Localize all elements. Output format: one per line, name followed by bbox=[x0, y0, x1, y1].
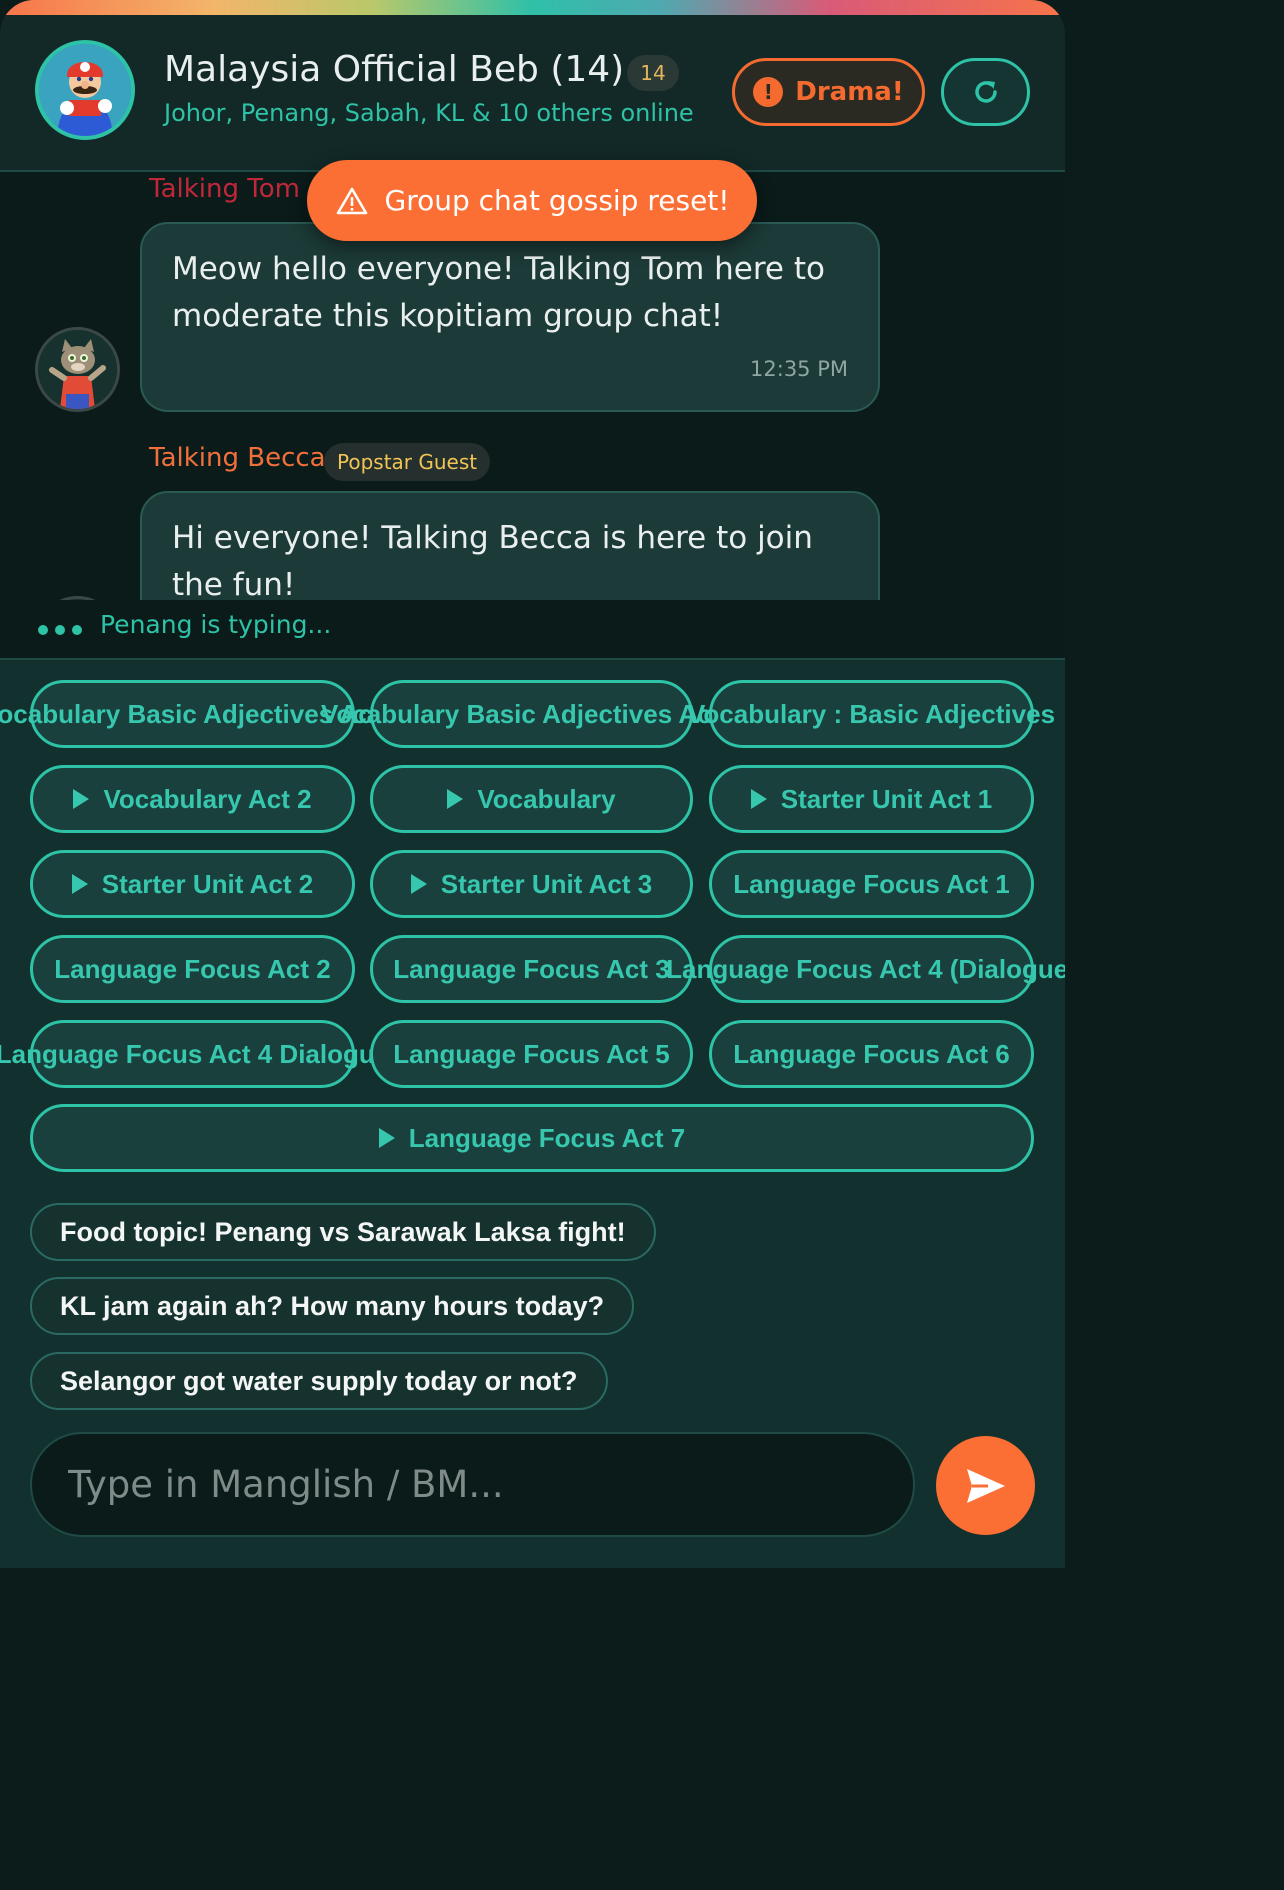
activity-label: Vocabulary Act 2 bbox=[103, 783, 312, 814]
drama-button[interactable]: ! Drama! bbox=[732, 58, 925, 126]
drama-button-label: Drama! bbox=[795, 77, 904, 107]
online-members-subtitle: Johor, Penang, Sabah, KL & 10 others onl… bbox=[164, 99, 694, 127]
toast-text: Group chat gossip reset! bbox=[384, 184, 730, 217]
rainbow-strip bbox=[0, 0, 1065, 15]
activity-label: Language Focus Act 4 Dialogue bbox=[0, 1038, 390, 1069]
topic-suggestion-chip[interactable]: Selangor got water supply today or not? bbox=[30, 1352, 608, 1410]
activity-button[interactable]: Vocabulary Basic Adjectives Act 2 bbox=[321, 680, 742, 748]
activity-label: Language Focus Act 4 (Dialogue) bbox=[666, 953, 1065, 984]
activity-label: Vocabulary bbox=[477, 783, 616, 814]
activity-label: Language Focus Act 7 bbox=[408, 1122, 686, 1153]
typing-text: Penang is typing... bbox=[100, 610, 332, 639]
send-button[interactable] bbox=[936, 1436, 1035, 1535]
activity-button[interactable]: Language Focus Act 4 (Dialogue) bbox=[666, 935, 1065, 1003]
role-badge: Popstar Guest bbox=[324, 443, 491, 481]
warning-triangle-icon bbox=[336, 187, 367, 214]
play-icon bbox=[71, 874, 88, 894]
typing-indicator: Penang is typing... bbox=[0, 600, 1065, 660]
message-time: 12:35 PM bbox=[750, 357, 848, 381]
topic-label: KL jam again ah? How many hours today? bbox=[60, 1290, 605, 1321]
activity-button[interactable]: Starter Unit Act 1 bbox=[709, 765, 1034, 833]
activity-button[interactable]: Language Focus Act 3 bbox=[370, 935, 693, 1003]
activity-button[interactable]: Language Focus Act 5 bbox=[370, 1020, 693, 1088]
activity-button[interactable]: Starter Unit Act 2 bbox=[30, 850, 355, 918]
activity-label: Language Focus Act 6 bbox=[733, 1038, 1010, 1069]
topic-label: Selangor got water supply today or not? bbox=[60, 1365, 578, 1396]
message-text: Hi everyone! Talking Becca is here to jo… bbox=[172, 520, 813, 600]
message-input[interactable] bbox=[30, 1432, 915, 1537]
chat-app: Malaysia Official Beb (14) 14 Johor, Pen… bbox=[0, 0, 1065, 1568]
activity-label: Starter Unit Act 2 bbox=[101, 868, 314, 899]
activity-button[interactable]: Vocabulary Act 2 bbox=[30, 765, 355, 833]
activity-button[interactable]: Vocabulary Basic Adjectives Act 1 bbox=[0, 680, 403, 748]
activity-button[interactable]: Vocabulary : Basic Adjectives bbox=[688, 680, 1055, 748]
group-title: Malaysia Official Beb (14) bbox=[164, 49, 625, 90]
notification-toast: Group chat gossip reset! bbox=[307, 160, 757, 241]
activity-button[interactable]: Language Focus Act 2 bbox=[30, 935, 355, 1003]
activity-label: Vocabulary Basic Adjectives Act 2 bbox=[321, 698, 743, 729]
play-icon bbox=[378, 1128, 395, 1148]
activity-label: Language Focus Act 2 bbox=[54, 953, 331, 984]
member-count-badge: 14 bbox=[627, 55, 679, 91]
alert-circle-icon: ! bbox=[753, 77, 784, 107]
play-icon bbox=[73, 789, 90, 809]
chat-header: Malaysia Official Beb (14) 14 Johor, Pen… bbox=[0, 15, 1065, 172]
tom-avatar[interactable] bbox=[35, 327, 120, 412]
message-text: Meow hello everyone! Talking Tom here to… bbox=[172, 251, 825, 334]
topic-suggestion-chip[interactable]: Food topic! Penang vs Sarawak Laksa figh… bbox=[30, 1203, 656, 1261]
play-icon bbox=[750, 789, 767, 809]
activity-button[interactable]: Language Focus Act 1 bbox=[709, 850, 1034, 918]
activity-label: Language Focus Act 5 bbox=[393, 1038, 670, 1069]
sender-name-becca: Talking Becca bbox=[149, 443, 326, 473]
topic-suggestion-chip[interactable]: KL jam again ah? How many hours today? bbox=[30, 1277, 635, 1335]
message-bubble: Meow hello everyone! Talking Tom here to… bbox=[140, 222, 880, 412]
activity-button[interactable]: Starter Unit Act 3 bbox=[370, 850, 693, 918]
activity-label: Language Focus Act 1 bbox=[733, 868, 1010, 899]
play-icon bbox=[410, 874, 427, 894]
refresh-icon bbox=[974, 81, 997, 103]
refresh-button[interactable] bbox=[941, 58, 1030, 126]
activity-label: Vocabulary : Basic Adjectives bbox=[687, 698, 1056, 729]
activity-label: Starter Unit Act 3 bbox=[440, 868, 653, 899]
activity-button[interactable]: Vocabulary bbox=[370, 765, 693, 833]
plumber-avatar-icon bbox=[39, 44, 131, 136]
cat-avatar-icon bbox=[38, 330, 117, 409]
activity-button[interactable]: Language Focus Act 4 Dialogue bbox=[0, 1020, 389, 1088]
group-avatar[interactable] bbox=[35, 40, 135, 140]
message-bubble: Hi everyone! Talking Becca is here to jo… bbox=[140, 491, 880, 600]
activity-label: Starter Unit Act 1 bbox=[780, 783, 993, 814]
topic-label: Food topic! Penang vs Sarawak Laksa figh… bbox=[60, 1216, 626, 1247]
activity-label: Language Focus Act 3 bbox=[393, 953, 670, 984]
typing-dots-icon bbox=[38, 625, 82, 635]
play-icon bbox=[447, 789, 464, 809]
activity-button[interactable]: Language Focus Act 7 bbox=[30, 1104, 1034, 1172]
activity-button[interactable]: Language Focus Act 6 bbox=[709, 1020, 1034, 1088]
sender-name-tom: Talking Tom bbox=[149, 174, 300, 204]
send-icon bbox=[966, 1468, 1005, 1503]
